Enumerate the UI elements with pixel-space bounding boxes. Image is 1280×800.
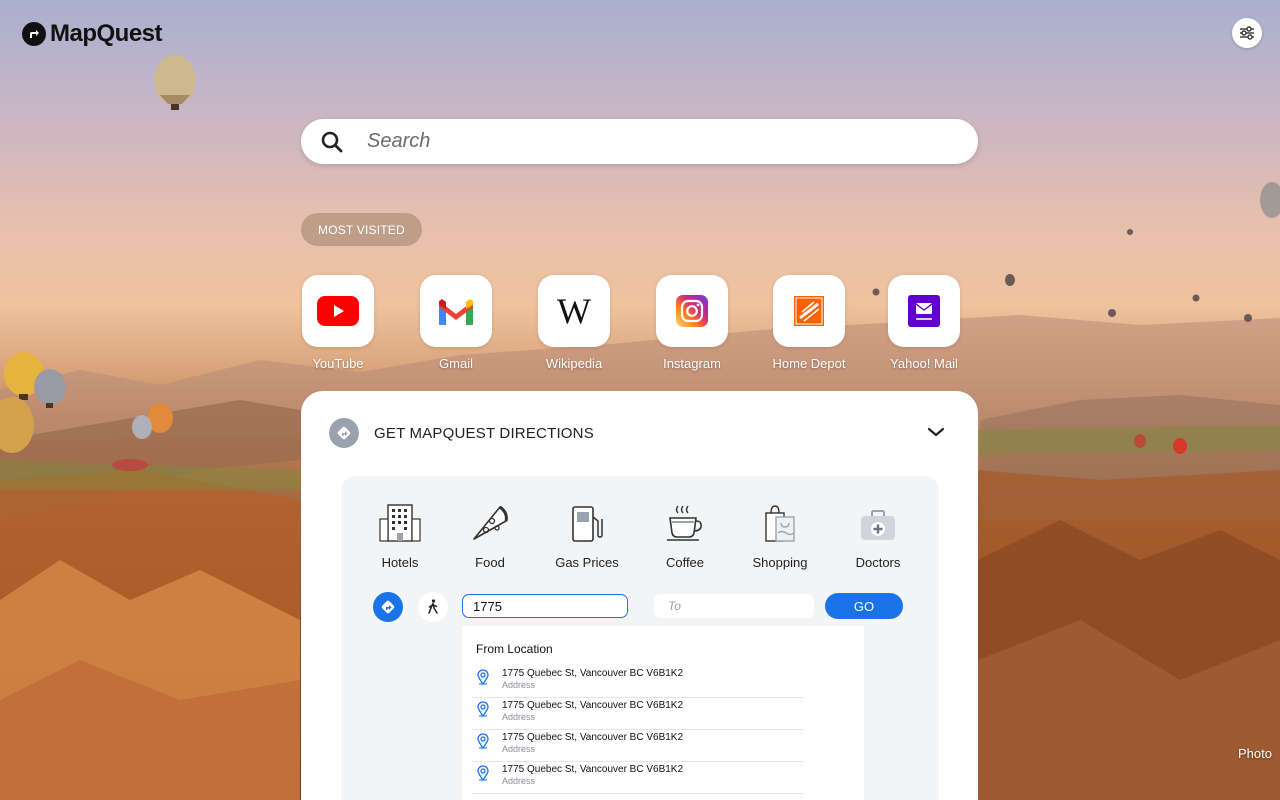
tile-gmail[interactable]: Gmail: [420, 275, 492, 371]
gas-pump-icon: [572, 506, 603, 542]
most-visited-label[interactable]: MOST VISITED: [301, 213, 422, 246]
yahoo-mail-icon: [908, 295, 940, 327]
tile-wikipedia[interactable]: W Wikipedia: [538, 275, 610, 371]
suggestion-item[interactable]: 1775 Quebec St, Vancouver BC V6B1K2 Addr…: [472, 698, 804, 730]
category-label: Hotels: [381, 555, 419, 570]
walk-mode-button[interactable]: [418, 592, 448, 622]
tile-label: Instagram: [663, 356, 721, 371]
drive-mode-button[interactable]: [373, 592, 403, 622]
category-shopping[interactable]: Shopping: [735, 501, 825, 570]
suggestion-type: Address: [502, 680, 536, 690]
wikipedia-icon: W: [557, 291, 591, 331]
category-label: Coffee: [665, 555, 705, 570]
suggestion-type: Address: [502, 744, 536, 754]
walking-icon: [428, 599, 438, 614]
tile-label: Yahoo! Mail: [890, 356, 958, 371]
suggestion-address: 1775 Quebec St, Vancouver BC V6B1K2: [502, 732, 684, 743]
suggestion-item[interactable]: 1775 Quebec St, Vancouver BC V6B1K2 Addr…: [472, 666, 804, 698]
mapquest-logo-text: MapQuest: [50, 20, 163, 47]
category-label: Doctors: [855, 555, 901, 570]
mapquest-logo-icon: [22, 22, 46, 46]
chevron-down-icon[interactable]: [925, 425, 947, 439]
photo-credit[interactable]: Photo: [1238, 746, 1272, 761]
tile-yahoo-mail[interactable]: Yahoo! Mail: [888, 275, 960, 371]
from-input[interactable]: 1775: [462, 594, 628, 618]
tile-label: Gmail: [439, 356, 473, 371]
search-bar[interactable]: [301, 119, 978, 164]
tile-label: YouTube: [312, 356, 364, 371]
suggestion-address: 1775 Quebec St, Vancouver BC V6B1K2: [502, 668, 684, 679]
home-depot-icon: [794, 296, 824, 326]
suggestion-item[interactable]: 1775 Quebec St, Vancouver BC V6B1K2 Addr…: [472, 762, 804, 794]
category-gas-prices[interactable]: Gas Prices: [542, 501, 632, 570]
to-input[interactable]: To: [654, 594, 814, 618]
directions-header[interactable]: GET MAPQUEST DIRECTIONS: [329, 418, 594, 448]
drive-directions-icon: [381, 600, 395, 614]
coffee-icon: [667, 505, 702, 541]
category-label: Gas Prices: [555, 555, 619, 570]
sliders-icon: [1240, 26, 1254, 40]
suggestion-address: 1775 Quebec St, Vancouver BC V6B1K2: [502, 764, 684, 775]
tile-label: Home Depot: [772, 356, 846, 371]
pizza-icon: [473, 505, 508, 540]
instagram-icon: [676, 295, 708, 327]
mapquest-logo[interactable]: MapQuest: [22, 20, 163, 48]
suggestion-item[interactable]: 1775 Quebec St, Vancouver BC V6B1K2 Addr…: [472, 730, 804, 762]
medical-kit-icon: [861, 510, 895, 540]
suggestions-header: From Location: [476, 642, 553, 656]
settings-button[interactable]: [1232, 18, 1262, 48]
location-pin-icon: [477, 765, 489, 781]
directions-icon: [329, 418, 359, 448]
tile-instagram[interactable]: Instagram: [656, 275, 728, 371]
shopping-bag-icon: [765, 505, 795, 542]
go-button[interactable]: GO: [825, 593, 903, 619]
hotel-icon: [379, 504, 421, 542]
youtube-icon: [317, 296, 359, 326]
directions-card: GET MAPQUEST DIRECTIONS Hotels Food Gas …: [301, 391, 978, 800]
category-label: Food: [475, 555, 505, 570]
category-coffee[interactable]: Coffee: [640, 501, 730, 570]
category-food[interactable]: Food: [445, 501, 535, 570]
directions-title: GET MAPQUEST DIRECTIONS: [374, 424, 594, 442]
suggestion-address: 1775 Quebec St, Vancouver BC V6B1K2: [502, 700, 684, 711]
category-hotels[interactable]: Hotels: [355, 501, 445, 570]
location-pin-icon: [477, 701, 489, 717]
search-input[interactable]: [365, 129, 929, 154]
directions-panel: Hotels Food Gas Prices Coffee Shopping D…: [341, 476, 939, 800]
category-doctors[interactable]: Doctors: [833, 501, 923, 570]
gmail-icon: [439, 299, 473, 325]
location-pin-icon: [477, 669, 489, 685]
category-label: Shopping: [752, 555, 808, 570]
suggestion-type: Address: [502, 776, 536, 786]
tile-youtube[interactable]: YouTube: [302, 275, 374, 371]
from-suggestions-dropdown: From Location 1775 Quebec St, Vancouver …: [462, 626, 864, 800]
search-icon: [321, 131, 343, 152]
tile-home-depot[interactable]: Home Depot: [773, 275, 845, 371]
tile-label: Wikipedia: [545, 356, 603, 371]
suggestion-type: Address: [502, 712, 536, 722]
location-pin-icon: [477, 733, 489, 749]
